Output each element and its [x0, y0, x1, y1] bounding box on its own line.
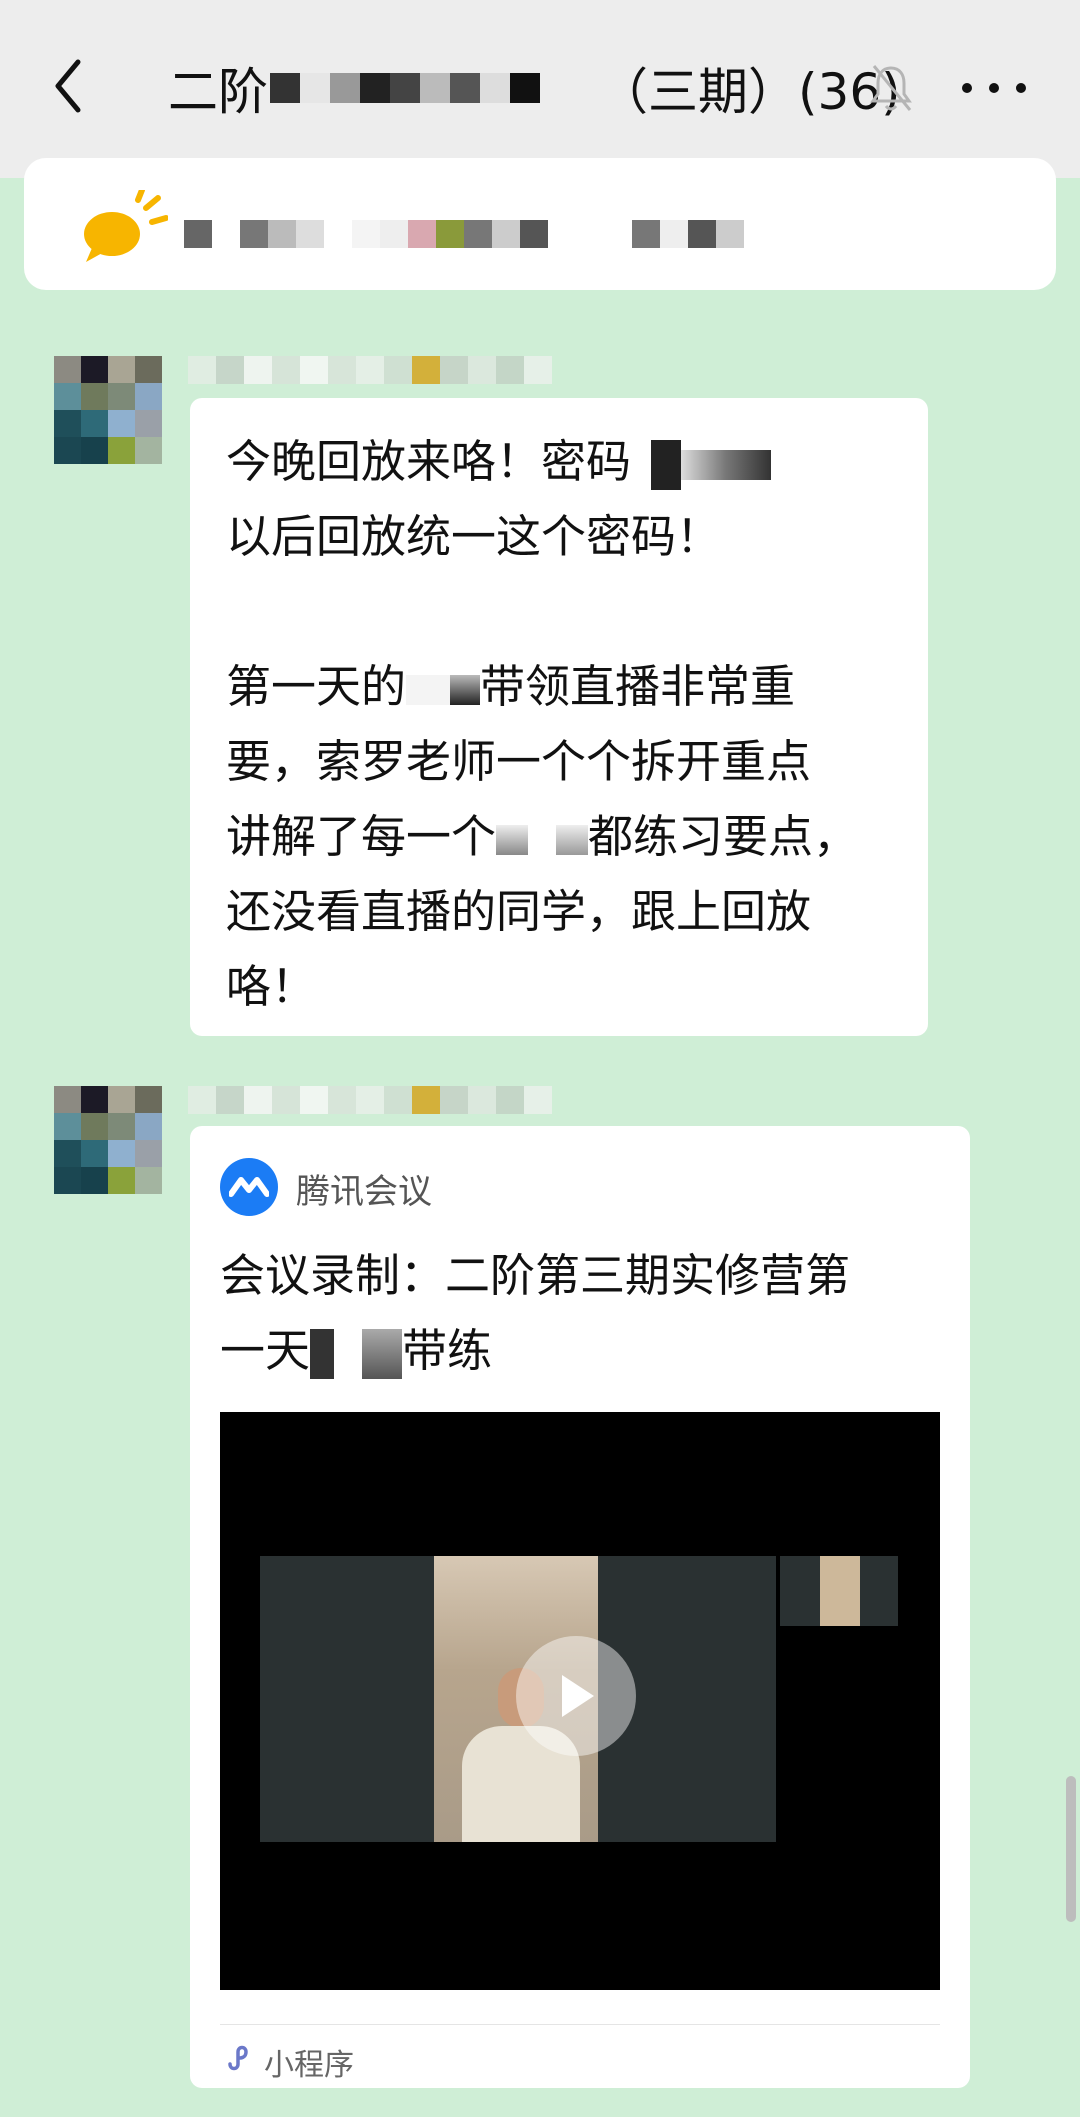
title-suffix: （三期）(36) [598, 63, 901, 121]
tencent-meeting-logo-icon [220, 1158, 278, 1216]
title-prefix: 二阶 [168, 63, 268, 121]
group-notice-banner[interactable] [24, 158, 1056, 290]
sender-name-redacted [188, 356, 552, 384]
redacted-block [528, 825, 557, 855]
title-redacted-mosaic [270, 73, 540, 103]
redacted-block [334, 1339, 363, 1369]
play-button[interactable] [516, 1636, 636, 1756]
sender-name-redacted [188, 1086, 552, 1114]
redacted-block [450, 675, 481, 705]
msg1-line6: 还没看直播的同学，跟上回放 [226, 885, 812, 938]
card-title: 会议录制：二阶第三期实修营第 一天 带练 [220, 1238, 950, 1388]
card-source: 腾讯会议 [296, 1172, 432, 1212]
participant-thumbnail [780, 1556, 898, 1626]
chat-header: 二阶 （三期）(36) [0, 0, 1080, 178]
msg1-line5a: 讲解了每一个 [226, 810, 497, 863]
more-dot [989, 83, 999, 93]
avatar[interactable] [54, 356, 162, 464]
mini-program-icon [228, 2045, 248, 2071]
msg1-line1: 今晚回放来咯！密码 [226, 435, 632, 488]
card-title-line1: 会议录制：二阶第三期实修营第 [220, 1249, 851, 1302]
back-button[interactable] [44, 50, 92, 122]
msg1-line4: 要，索罗老师一个个拆开重点 [226, 735, 812, 788]
redacted-block [651, 440, 682, 490]
redacted-block [496, 825, 529, 855]
msg1-line3b: 带领直播非常重 [480, 660, 796, 713]
msg1-line5b: 都练习要点， [588, 810, 859, 863]
avatar[interactable] [54, 1086, 162, 1194]
card-title-line2b: 带练 [402, 1324, 493, 1377]
redacted-block [310, 1329, 335, 1379]
more-button[interactable] [962, 68, 1026, 108]
message-text[interactable]: 今晚回放来咯！密码 以后回放统一这个密码！ 第一天的 带领直播非常重 要，索罗老师… [226, 424, 910, 1024]
msg1-line3a: 第一天的 [226, 660, 407, 713]
mini-program-label: 小程序 [264, 2048, 354, 2083]
more-dot [1016, 83, 1026, 93]
play-icon [562, 1675, 594, 1717]
chevron-left-icon [55, 59, 81, 113]
redacted-block [556, 825, 589, 855]
card-title-line2a: 一天 [220, 1324, 311, 1377]
card-divider [220, 2024, 940, 2025]
participant-figure [820, 1556, 860, 1626]
redacted-block [406, 675, 451, 705]
scrollbar[interactable] [1066, 1776, 1076, 1922]
megaphone-icon [84, 190, 168, 262]
video-thumbnail[interactable] [220, 1412, 940, 1990]
msg1-line7: 咯！ [226, 960, 317, 1013]
bell-off-icon[interactable] [868, 62, 914, 114]
msg1-line2: 以后回放统一这个密码！ [226, 510, 722, 563]
chat-title[interactable]: 二阶 （三期）(36) [168, 52, 901, 124]
redacted-block [681, 450, 772, 480]
redacted-block [362, 1329, 403, 1379]
more-dot [962, 83, 972, 93]
meeting-share-card[interactable]: 腾讯会议 会议录制：二阶第三期实修营第 一天 带练 小程序 [190, 1126, 970, 2088]
notice-redacted-mosaic [184, 220, 744, 248]
